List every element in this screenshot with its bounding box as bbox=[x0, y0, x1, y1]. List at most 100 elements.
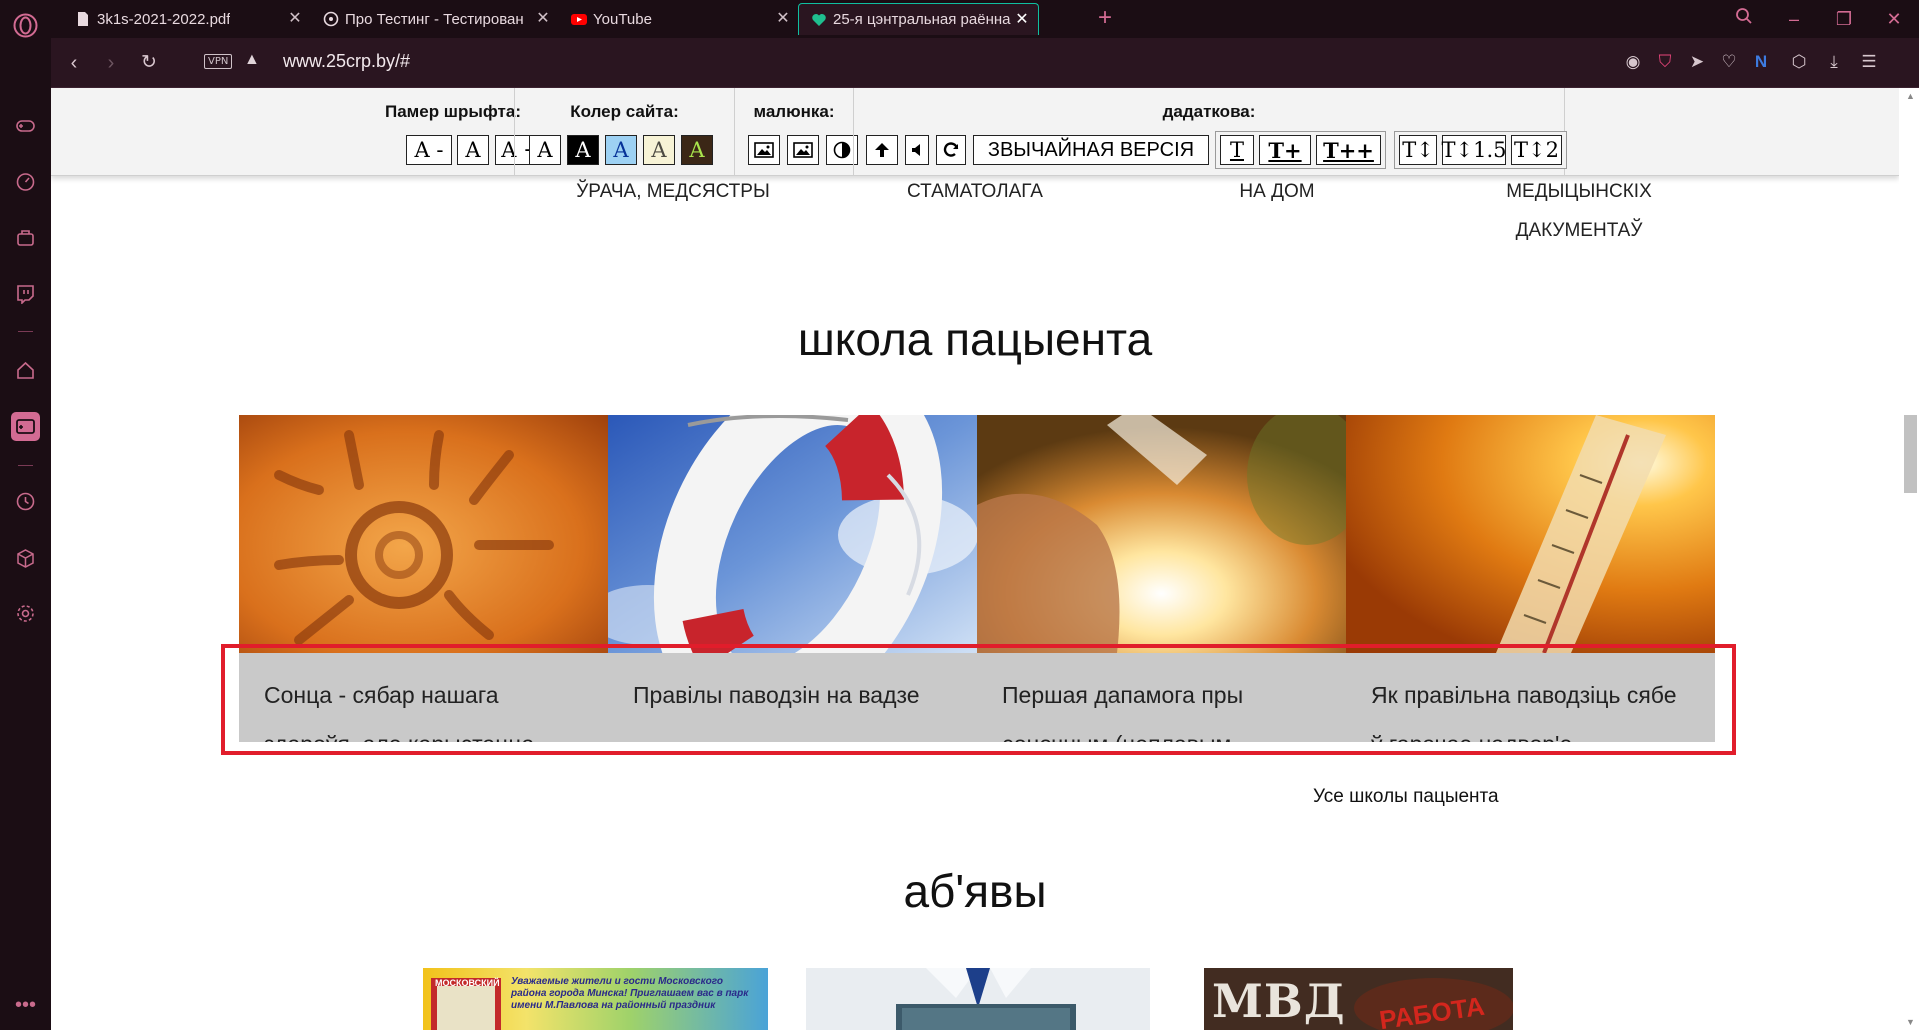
tab-youtube[interactable]: YouTube ✕ bbox=[559, 3, 799, 35]
opera-logo-icon[interactable] bbox=[12, 12, 39, 39]
close-tab-icon[interactable]: ✕ bbox=[775, 11, 791, 27]
image-icon bbox=[793, 142, 813, 158]
ad-card-park-festival[interactable]: МОСКОВСКИЙ Уважаемые жители и гости Моск… bbox=[423, 968, 768, 1030]
speedometer-icon[interactable] bbox=[12, 168, 39, 195]
new-tab-plus-icon[interactable]: + bbox=[1098, 6, 1112, 30]
close-tab-icon[interactable]: ✕ bbox=[287, 11, 303, 27]
sidebar-separator bbox=[18, 465, 33, 466]
scroll-down-arrow-icon[interactable]: ▼ bbox=[1904, 1016, 1917, 1028]
camera-icon[interactable]: ◉ bbox=[1622, 51, 1644, 73]
school-card-hot-weather[interactable]: Як правільна паводзіць сябе ў гарачае на… bbox=[1346, 415, 1715, 742]
reload-icon[interactable]: ↻ bbox=[136, 50, 162, 76]
ad-card-doctor[interactable] bbox=[806, 968, 1150, 1030]
sun-in-sand-image bbox=[239, 415, 608, 653]
close-tab-icon[interactable]: ✕ bbox=[535, 11, 551, 27]
download-icon[interactable]: ⤓ bbox=[1823, 51, 1845, 73]
spacing-normal-button[interactable]: T bbox=[1220, 135, 1254, 165]
ad-poster-text: Уважаемые жители и гости Московского рай… bbox=[511, 976, 749, 1011]
send-icon[interactable]: ➤ bbox=[1686, 51, 1708, 73]
extra-group: дадаткова: ЗВЫЧАЙНАЯ ВЕРСІЯ T T+ T++ T↕ … bbox=[853, 88, 1567, 176]
close-tab-icon[interactable]: ✕ bbox=[1014, 12, 1030, 28]
normal-version-button[interactable]: ЗВЫЧАЙНАЯ ВЕРСІЯ bbox=[973, 135, 1209, 165]
school-card-sunstroke[interactable]: Першая дапамога пры сонечным (цеплавым bbox=[977, 415, 1346, 742]
sunstroke-image bbox=[977, 415, 1346, 653]
extension-n-icon[interactable]: N bbox=[1750, 51, 1772, 73]
cube-extension-icon[interactable]: ⬡ bbox=[1788, 51, 1810, 73]
close-window-icon[interactable]: ✕ bbox=[1881, 6, 1907, 32]
site-color-group: Колер сайта: A A A A A bbox=[514, 88, 734, 176]
vpn-badge[interactable]: VPN bbox=[204, 54, 233, 69]
tab-protesting[interactable]: Про Тестинг - Тестирован ✕ bbox=[311, 3, 559, 35]
images-on-button[interactable] bbox=[748, 135, 780, 165]
tab-25crp-active[interactable]: 25-я цэнтральная раённа ✕ bbox=[798, 3, 1039, 35]
card-caption: Першая дапамога пры сонечным (цеплавым bbox=[977, 653, 1346, 742]
page-scroll-thumb[interactable] bbox=[1904, 415, 1917, 493]
arrow-up-icon bbox=[875, 143, 889, 157]
service-doctor-link[interactable]: ЎРАЧА, МЕДСЯСТРЫ bbox=[543, 172, 803, 211]
line-height-2-button[interactable]: T↕2 bbox=[1511, 135, 1562, 165]
spacing-large-button[interactable]: T++ bbox=[1316, 135, 1381, 165]
history-clock-icon[interactable] bbox=[12, 488, 39, 515]
forward-arrow-icon[interactable]: › bbox=[98, 50, 124, 76]
ad-badge-text: МОСКОВСКИЙ bbox=[435, 978, 500, 988]
all-patient-schools-link[interactable]: Усе школы пацыента bbox=[1313, 786, 1499, 808]
scroll-up-button[interactable] bbox=[866, 135, 898, 165]
url-field[interactable]: www.25crp.by/# bbox=[283, 51, 410, 72]
color-beige-button[interactable]: A bbox=[643, 135, 675, 165]
twitch-icon[interactable] bbox=[12, 280, 39, 307]
accessibility-panel: Памер шрыфта: A - A A + Колер сайта: A A… bbox=[51, 88, 1899, 176]
minimize-icon[interactable]: – bbox=[1781, 6, 1807, 32]
font-normal-button[interactable]: A bbox=[457, 135, 489, 165]
doctor-xray-image bbox=[806, 968, 1150, 1030]
line-height-1-5-button[interactable]: T↕1.5 bbox=[1442, 135, 1507, 165]
extra-label: дадаткова: bbox=[1162, 102, 1256, 121]
school-card-sun[interactable]: Сонца - сябар нашага здароўя, але карыст… bbox=[239, 415, 608, 742]
more-dots-icon[interactable]: ••• bbox=[12, 992, 39, 1019]
page-scrollbar[interactable] bbox=[1899, 88, 1919, 1030]
game-controller-active-icon[interactable] bbox=[11, 412, 40, 441]
page-content: Памер шрыфта: A - A A + Колер сайта: A A… bbox=[51, 88, 1899, 1030]
home-icon[interactable] bbox=[12, 357, 39, 384]
reset-button[interactable] bbox=[936, 135, 966, 165]
heart-icon[interactable]: ♡ bbox=[1718, 51, 1740, 73]
color-white-button[interactable]: A bbox=[529, 135, 561, 165]
thermometer-image bbox=[1346, 415, 1715, 653]
color-brown-button[interactable]: A bbox=[681, 135, 713, 165]
font-decrease-button[interactable]: A - bbox=[406, 135, 452, 165]
images-grayscale-button[interactable] bbox=[787, 135, 819, 165]
service-documents-link[interactable]: МЕДЫЦЫНСКІХ ДАКУМЕНТАЎ bbox=[1449, 172, 1709, 250]
back-arrow-icon[interactable]: ‹ bbox=[61, 50, 87, 76]
search-tabs-icon[interactable] bbox=[1731, 6, 1757, 32]
scroll-up-arrow-icon[interactable]: ▲ bbox=[1904, 90, 1917, 102]
color-black-button[interactable]: A bbox=[567, 135, 599, 165]
service-home-call-link[interactable]: НА ДОМ bbox=[1147, 172, 1407, 211]
ad-mvd-text: МВД bbox=[1212, 974, 1346, 1028]
ad-card-mvd[interactable]: МВД РАБОТА bbox=[1204, 968, 1513, 1030]
ads-title: аб'явы bbox=[903, 865, 1047, 917]
protesting-icon bbox=[323, 11, 339, 27]
images-group: малюнка: bbox=[734, 88, 858, 176]
color-blue-button[interactable]: A bbox=[605, 135, 637, 165]
image-icon bbox=[754, 142, 774, 158]
cube-icon[interactable] bbox=[12, 545, 39, 572]
shield-icon[interactable]: ⛉ bbox=[1654, 51, 1676, 73]
restore-icon[interactable]: ❐ bbox=[1831, 6, 1857, 32]
youtube-icon bbox=[571, 14, 587, 25]
sound-button[interactable] bbox=[905, 135, 929, 165]
service-dentist-link[interactable]: СТАМАТОЛАГА bbox=[845, 172, 1105, 211]
line-height-normal-button[interactable]: T↕ bbox=[1399, 135, 1437, 165]
bag-icon[interactable] bbox=[12, 224, 39, 251]
warning-triangle-icon[interactable]: ▲ bbox=[244, 51, 260, 69]
spacing-medium-button[interactable]: T+ bbox=[1259, 135, 1311, 165]
gamepad-icon[interactable] bbox=[12, 112, 39, 139]
card-caption: Правілы паводзін на вадзе bbox=[608, 653, 977, 742]
service-line: СТАМАТОЛАГА bbox=[907, 181, 1043, 202]
settings-gear-icon[interactable] bbox=[12, 600, 39, 627]
speaker-icon bbox=[912, 144, 920, 156]
easy-setup-icon[interactable]: ☰ bbox=[1858, 51, 1880, 73]
school-card-water[interactable]: Правілы паводзін на вадзе bbox=[608, 415, 977, 742]
tab-pdf[interactable]: 3k1s-2021-2022.pdf ✕ bbox=[63, 3, 311, 35]
opera-sidebar: ••• bbox=[0, 0, 51, 1030]
contrast-icon bbox=[833, 141, 851, 159]
heart-site-icon bbox=[812, 13, 826, 26]
